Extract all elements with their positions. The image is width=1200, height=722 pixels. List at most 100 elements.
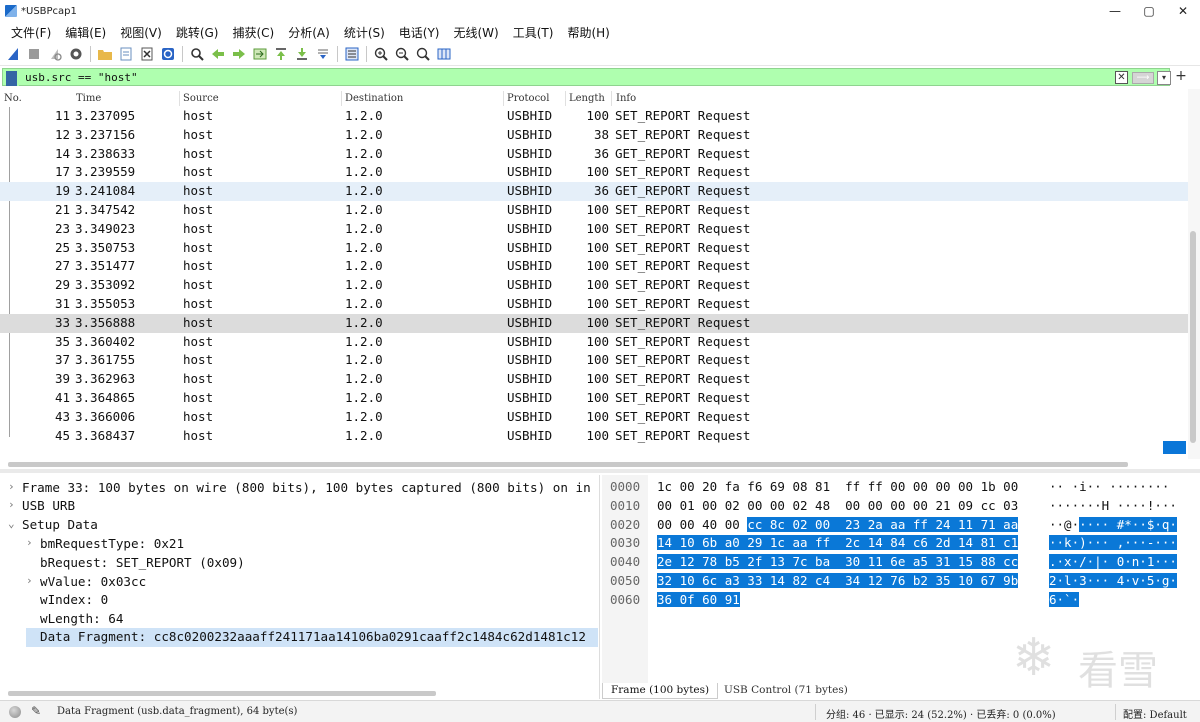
packet-row[interactable]: 33 3.356888 host 1.2.0 USBHID 100 SET_REPORT R…: [0, 313, 1188, 333]
stop-icon[interactable]: [25, 45, 43, 63]
go-forward-icon[interactable]: [230, 45, 248, 63]
packet-row[interactable]: 12 3.237156 host 1.2.0 USBHID 38 SET_REPORT Re…: [0, 126, 1188, 145]
packet-statistics[interactable]: 分组: 46 · 已显示: 24 (52.2%) · 已丢弃: 0 (0.0%): [826, 706, 1056, 721]
column-header-info[interactable]: Info: [616, 93, 636, 104]
packet-row[interactable]: 21 3.347542 host 1.2.0 USBHID 100 SET_REPORT R…: [0, 201, 1188, 220]
tree-item-wlength[interactable]: wLength: 64: [26, 610, 598, 629]
packet-row[interactable]: 41 3.364865 host 1.2.0 USBHID 100 SET_REPORT R…: [0, 389, 1188, 408]
tab-frame-bytes[interactable]: Frame (100 bytes): [602, 683, 719, 699]
filter-history-dropdown[interactable]: ▾: [1157, 71, 1171, 85]
selected-packet-minimap-marker[interactable]: [1163, 441, 1186, 454]
expand-caret-icon[interactable]: ›: [26, 536, 33, 549]
close-window-button[interactable]: ✕: [1166, 0, 1200, 22]
column-header-no[interactable]: No.: [4, 93, 22, 104]
packet-list-scrollbar[interactable]: [1188, 89, 1200, 459]
menu-go[interactable]: 跳转(G): [169, 24, 226, 41]
hex-ascii-line[interactable]: 2·l·3··· 4·v·5·g·: [1049, 573, 1177, 588]
menu-help[interactable]: 帮助(H): [560, 24, 616, 41]
hex-ascii-line[interactable]: ·· ·i·· ········: [1049, 479, 1169, 494]
tree-item-setup-data[interactable]: ⌄ Setup Data: [8, 516, 598, 535]
packet-row[interactable]: 43 3.366006 host 1.2.0 USBHID 100 SET_REPORT R…: [0, 408, 1188, 427]
hex-bytes-line[interactable]: 36 0f 60 91: [657, 591, 740, 607]
colorize-icon[interactable]: [343, 45, 361, 63]
packet-row[interactable]: 25 3.350753 host 1.2.0 USBHID 100 SET_REPORT R…: [0, 239, 1188, 258]
restart-icon[interactable]: [46, 45, 64, 63]
scrollbar-thumb[interactable]: [1190, 231, 1196, 443]
resize-columns-icon[interactable]: [435, 45, 453, 63]
edit-comment-icon[interactable]: ✎: [31, 704, 41, 718]
go-back-icon[interactable]: [209, 45, 227, 63]
hex-ascii-line[interactable]: ·······H ····!···: [1049, 498, 1177, 513]
zoom-normal-icon[interactable]: [414, 45, 432, 63]
tree-item-wvalue[interactable]: › wValue: 0x03cc: [26, 573, 598, 592]
open-folder-icon[interactable]: [96, 45, 114, 63]
packet-row[interactable]: 19 3.241084 host 1.2.0 USBHID 36 GET_REPORT Re…: [0, 182, 1188, 201]
capture-options-icon[interactable]: [67, 45, 85, 63]
column-divider[interactable]: [611, 91, 612, 106]
packet-row[interactable]: 17 3.239559 host 1.2.0 USBHID 100 SET_REPORT R…: [0, 163, 1188, 182]
column-header-destination[interactable]: Destination: [345, 93, 403, 104]
hex-bytes-line[interactable]: 32 10 6c a3 33 14 82 c4 34 12 76 b2 35 1…: [657, 573, 1019, 588]
hex-bytes-line[interactable]: 1c 00 20 fa f6 69 08 81 ff ff 00 00 00 0…: [657, 479, 1018, 494]
menu-wireless[interactable]: 无线(W): [447, 24, 506, 41]
column-header-length[interactable]: Length: [569, 93, 605, 104]
tab-usb-control-bytes[interactable]: USB Control (71 bytes): [724, 684, 848, 696]
column-header-time[interactable]: Time: [76, 93, 101, 104]
menu-view[interactable]: 视图(V): [113, 24, 169, 41]
display-filter-input[interactable]: usb.src == "host" ✕ ⟶ ▾: [2, 68, 1171, 86]
zoom-in-icon[interactable]: [372, 45, 390, 63]
tree-item-bmrequesttype[interactable]: › bmRequestType: 0x21: [26, 535, 598, 554]
hex-ascii-line[interactable]: .·x·/·|· 0·n·1···: [1049, 554, 1177, 570]
menu-file[interactable]: 文件(F): [4, 24, 58, 41]
expand-caret-icon[interactable]: ›: [26, 574, 33, 587]
go-to-packet-icon[interactable]: [251, 45, 269, 63]
tree-item-brequest[interactable]: bRequest: SET_REPORT (0x09): [26, 554, 598, 573]
hex-ascii-line[interactable]: ··k·)··· ,···-···: [1049, 535, 1177, 551]
menu-analyze[interactable]: 分析(A): [281, 24, 337, 41]
apply-filter-icon[interactable]: ⟶: [1132, 72, 1154, 84]
autoscroll-icon[interactable]: [314, 45, 332, 63]
save-file-icon[interactable]: [117, 45, 135, 63]
hex-bytes-line[interactable]: 14 10 6b a0 29 1c aa ff 2c 14 84 c6 2d 1…: [657, 535, 1019, 551]
expand-caret-icon[interactable]: ›: [8, 498, 15, 511]
capture-status-icon[interactable]: [9, 706, 21, 718]
packet-row[interactable]: 23 3.349023 host 1.2.0 USBHID 100 SET_REPORT R…: [0, 220, 1188, 239]
close-file-icon[interactable]: [138, 45, 156, 63]
packet-row[interactable]: 29 3.353092 host 1.2.0 USBHID 100 SET_REPORT R…: [0, 276, 1188, 295]
minimize-button[interactable]: —: [1098, 0, 1132, 22]
find-packet-icon[interactable]: [188, 45, 206, 63]
packet-row[interactable]: 11 3.237095 host 1.2.0 USBHID 100 SET_REPORT R…: [0, 107, 1188, 126]
packet-row[interactable]: 14 3.238633 host 1.2.0 USBHID 36 GET_REPORT Re…: [0, 145, 1188, 164]
packet-row[interactable]: 37 3.361755 host 1.2.0 USBHID 100 SET_REPORT R…: [0, 351, 1188, 370]
tree-item-usb-urb[interactable]: › USB URB: [8, 497, 598, 516]
packet-row[interactable]: 39 3.362963 host 1.2.0 USBHID 100 SET_REPORT R…: [0, 370, 1188, 389]
details-horizontal-scrollbar[interactable]: [8, 691, 436, 696]
column-divider[interactable]: [341, 91, 342, 106]
packet-row[interactable]: 35 3.360402 host 1.2.0 USBHID 100 SET_REPORT R…: [0, 333, 1188, 352]
hex-bytes-line[interactable]: 00 01 00 02 00 00 02 48 00 00 00 00 21 0…: [657, 498, 1018, 513]
add-filter-button-icon[interactable]: +: [1173, 68, 1189, 84]
menu-tools[interactable]: 工具(T): [506, 24, 561, 41]
tree-item-windex[interactable]: wIndex: 0: [26, 591, 598, 610]
column-header-source[interactable]: Source: [183, 93, 219, 104]
menu-edit[interactable]: 编辑(E): [58, 24, 113, 41]
packet-row[interactable]: 27 3.351477 host 1.2.0 USBHID 100 SET_REPORT R…: [0, 257, 1188, 276]
packet-list-horizontal-scrollbar[interactable]: [8, 462, 1128, 467]
tree-item-data-fragment[interactable]: Data Fragment: cc8c0200232aaaff241171aa1…: [26, 628, 598, 647]
clear-filter-icon[interactable]: ✕: [1115, 71, 1128, 84]
reload-icon[interactable]: [159, 45, 177, 63]
display-filter-text[interactable]: usb.src == "host": [25, 71, 138, 84]
configuration-profile[interactable]: 配置: Default: [1123, 706, 1187, 721]
pane-splitter[interactable]: [0, 469, 1200, 473]
bookmark-icon[interactable]: [6, 71, 19, 86]
menu-capture[interactable]: 捕获(C): [225, 24, 281, 41]
maximize-button[interactable]: ▢: [1132, 0, 1166, 22]
collapse-caret-icon[interactable]: ⌄: [8, 517, 15, 530]
hex-bytes-line[interactable]: 00 00 40 00 cc 8c 02 00 23 2a aa ff 24 1…: [657, 516, 1019, 532]
shark-fin-start-icon[interactable]: [4, 45, 22, 63]
hex-ascii-line[interactable]: ··@····· #*··$·q·: [1049, 516, 1177, 532]
first-packet-icon[interactable]: [272, 45, 290, 63]
last-packet-icon[interactable]: [293, 45, 311, 63]
expand-caret-icon[interactable]: ›: [8, 480, 15, 493]
packet-row[interactable]: 31 3.355053 host 1.2.0 USBHID 100 SET_REPORT R…: [0, 295, 1188, 314]
